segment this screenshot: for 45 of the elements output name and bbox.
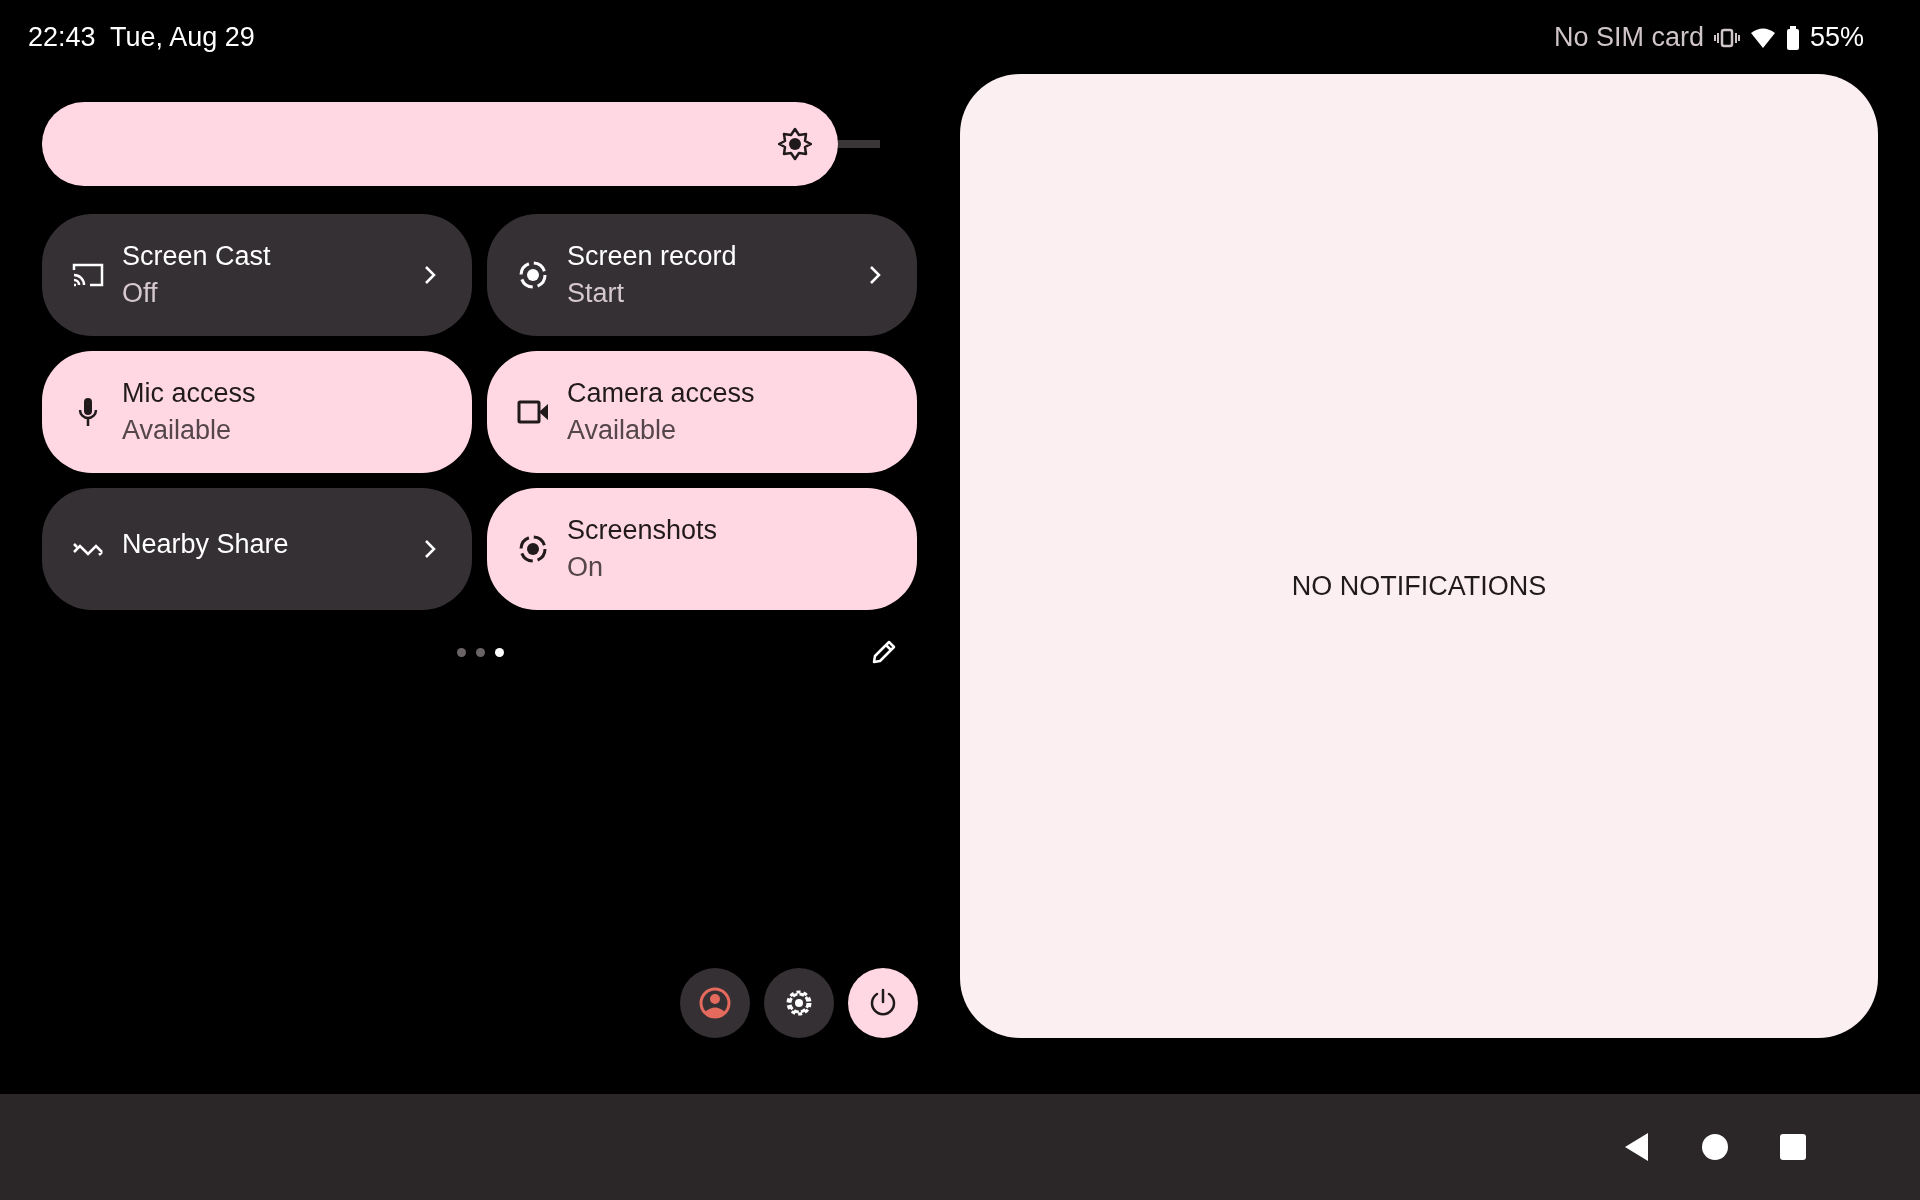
page-dot[interactable] bbox=[475, 647, 485, 657]
quick-settings-tile[interactable]: Camera access Available bbox=[487, 351, 917, 473]
back-button[interactable] bbox=[1624, 1132, 1650, 1162]
quick-settings-tile[interactable]: Screen record Start bbox=[487, 214, 917, 336]
empty-notifications-text: NO NOTIFICATIONS bbox=[1291, 570, 1547, 602]
tile-title: Screenshots bbox=[567, 515, 719, 546]
tile-status: On bbox=[567, 552, 605, 583]
record-icon bbox=[518, 534, 548, 564]
back-icon bbox=[1624, 1132, 1650, 1162]
tile-title: Screen record bbox=[567, 241, 738, 272]
quick-settings-tile[interactable]: Nearby Share bbox=[42, 488, 472, 610]
tile-title: Camera access bbox=[567, 378, 756, 409]
battery-icon bbox=[1785, 25, 1800, 50]
tile-status: Available bbox=[567, 415, 678, 446]
recents-icon bbox=[1780, 1134, 1806, 1160]
brightness-icon bbox=[778, 127, 813, 161]
tile-title: Screen Cast bbox=[122, 241, 272, 272]
tile-title: Mic access bbox=[122, 378, 257, 409]
battery-percentage-text: 55% bbox=[1809, 22, 1864, 53]
microphone-icon bbox=[78, 397, 98, 427]
tile-status: Available bbox=[122, 415, 233, 446]
power-icon bbox=[868, 988, 898, 1018]
tile-title: Nearby Share bbox=[122, 528, 290, 560]
cast-icon bbox=[72, 262, 104, 288]
carrier-text: No SIM card bbox=[1553, 22, 1704, 53]
chevron-icon bbox=[424, 265, 436, 285]
tile-status: Start bbox=[567, 278, 626, 309]
edit-icon[interactable] bbox=[870, 638, 898, 666]
page-dot[interactable] bbox=[456, 647, 466, 657]
wifi-icon bbox=[1749, 26, 1776, 49]
record-icon bbox=[518, 260, 548, 290]
chevron-icon bbox=[869, 265, 881, 285]
home-icon bbox=[1702, 1134, 1728, 1160]
tile-status: Off bbox=[122, 278, 159, 309]
vibrate-icon bbox=[1713, 27, 1740, 48]
chevron-icon bbox=[424, 539, 436, 559]
quick-settings-tile[interactable]: Screenshots On bbox=[487, 488, 917, 610]
video-camera-icon bbox=[517, 400, 549, 424]
user-icon bbox=[699, 987, 731, 1019]
page-dot[interactable] bbox=[494, 647, 504, 657]
nearby-share-icon bbox=[72, 540, 104, 558]
home-button[interactable] bbox=[1702, 1134, 1728, 1160]
quick-settings-tile[interactable]: Mic access Available bbox=[42, 351, 472, 473]
quick-settings-tile[interactable]: Screen Cast Off bbox=[42, 214, 472, 336]
clock-date-text: 22:43 Tue, Aug 29 bbox=[28, 22, 255, 53]
